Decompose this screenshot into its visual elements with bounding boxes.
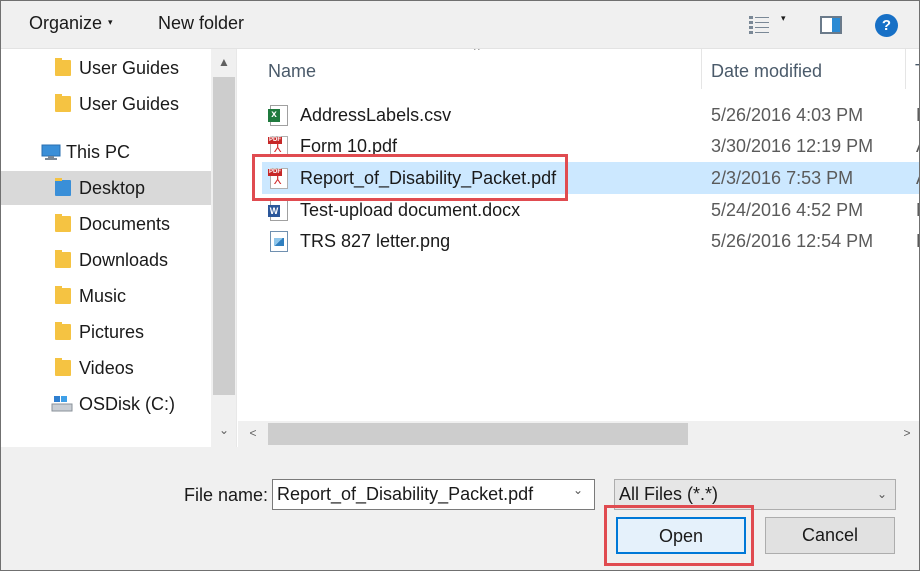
file-row[interactable]: TRS 827 letter.png 5/26/2016 12:54 PM P (262, 225, 919, 257)
documents-folder-icon (55, 214, 71, 232)
nav-item-documents[interactable]: Documents (1, 207, 211, 241)
toolbar: Organize ▾ New folder ▾ ? (1, 1, 919, 49)
scroll-up-arrow-icon[interactable]: ▲ (213, 55, 235, 69)
file-name-input[interactable] (272, 479, 595, 510)
file-type: M (916, 194, 919, 226)
file-name: Report_of_Disability_Packet.pdf (300, 168, 557, 188)
file-row[interactable]: AddressLabels.csv 5/26/2016 4:03 PM M (262, 99, 919, 131)
nav-item-osdisk[interactable]: OSDisk (C:) (1, 387, 211, 421)
file-type: M (916, 99, 919, 131)
help-icon[interactable]: ? (875, 14, 898, 37)
nav-item-label: OSDisk (C:) (79, 394, 175, 414)
nav-item-user-guides[interactable]: User Guides (1, 51, 211, 85)
column-header-type[interactable]: T (915, 49, 919, 93)
file-date: 5/26/2016 12:54 PM (711, 231, 874, 251)
open-button[interactable]: Open (616, 517, 746, 554)
nav-item-desktop[interactable]: Desktop (1, 171, 211, 205)
file-row-selected[interactable]: Report_of_Disability_Packet.pdf 2/3/2016… (262, 162, 919, 194)
file-name-dropdown-icon[interactable]: ⌄ (573, 483, 583, 497)
file-name: TRS 827 letter.png (300, 231, 451, 251)
scroll-right-arrow-icon[interactable]: > (896, 426, 918, 440)
nav-item-this-pc[interactable]: This PC (1, 135, 211, 169)
chevron-down-icon: ⌄ (876, 487, 887, 501)
file-row[interactable]: Test-upload document.docx 5/24/2016 4:52… (262, 194, 919, 226)
horizontal-scrollbar-thumb[interactable] (268, 423, 688, 445)
nav-item-label: Videos (79, 358, 134, 378)
nav-item-label: Music (79, 286, 127, 306)
preview-pane-icon[interactable] (820, 16, 842, 34)
organize-label: Organize (29, 13, 103, 33)
nav-item-label: This PC (66, 142, 131, 162)
nav-item-label: Downloads (79, 250, 169, 270)
drive-icon (51, 396, 73, 412)
column-header-name[interactable]: Name (268, 49, 316, 93)
nav-scrollbar-thumb[interactable] (213, 77, 235, 395)
file-list-pane: ^ Name Date modified T AddressLabels.csv… (238, 49, 919, 447)
file-name: Form 10.pdf (300, 136, 398, 156)
file-date: 2/3/2016 7:53 PM (711, 168, 854, 188)
column-separator[interactable] (905, 49, 906, 89)
file-name: Test-upload document.docx (300, 200, 521, 220)
file-name-label: File name: (184, 485, 269, 505)
nav-item-label: User Guides (79, 58, 180, 78)
file-date: 3/30/2016 12:19 PM (711, 136, 874, 156)
word-document-file-icon (268, 200, 288, 221)
scroll-down-arrow-icon[interactable]: ⌄ (213, 423, 235, 437)
file-open-dialog: Organize ▾ New folder ▾ ? User Guides Use… (0, 0, 920, 571)
file-type: P (916, 225, 919, 257)
nav-item-label: User Guides (79, 94, 180, 114)
file-row[interactable]: Form 10.pdf 3/30/2016 12:19 PM A (262, 130, 919, 162)
nav-item-music[interactable]: Music (1, 279, 211, 313)
nav-item-user-guides-2[interactable]: User Guides (1, 87, 211, 121)
dialog-footer: File name: ⌄ All Files (*.*) ⌄ Open Canc… (1, 447, 919, 570)
view-options-icon[interactable] (749, 15, 771, 35)
videos-folder-icon (55, 358, 71, 376)
nav-item-videos[interactable]: Videos (1, 351, 211, 385)
pdf-file-icon (268, 136, 288, 157)
pictures-folder-icon (55, 322, 71, 340)
file-type: A (916, 130, 919, 162)
pdf-file-icon (268, 168, 288, 189)
folder-icon (55, 58, 71, 76)
organize-button[interactable]: Organize ▾ (29, 13, 113, 34)
new-folder-button[interactable]: New folder (158, 13, 244, 34)
file-name: AddressLabels.csv (300, 105, 452, 125)
nav-item-label: Desktop (79, 178, 146, 198)
computer-icon (41, 144, 61, 160)
file-date: 5/26/2016 4:03 PM (711, 105, 864, 125)
scroll-left-arrow-icon[interactable]: < (242, 426, 264, 440)
file-type-value: All Files (*.*) (619, 484, 719, 504)
excel-csv-file-icon (268, 105, 288, 126)
nav-vertical-scrollbar[interactable]: ▲ ⌄ (211, 49, 236, 447)
nav-item-label: Pictures (79, 322, 145, 342)
nav-item-downloads[interactable]: Downloads (1, 243, 211, 277)
folder-icon (55, 94, 71, 112)
view-options-dropdown-icon[interactable]: ▾ (781, 13, 786, 24)
file-type-select[interactable]: All Files (*.*) ⌄ (614, 479, 896, 510)
nav-item-label: Documents (79, 214, 171, 234)
desktop-folder-icon (55, 178, 71, 196)
nav-item-pictures[interactable]: Pictures (1, 315, 211, 349)
navigation-pane: User Guides User Guides This PC Desktop … (1, 49, 237, 447)
image-file-icon (270, 231, 288, 252)
cancel-button[interactable]: Cancel (765, 517, 895, 554)
file-date: 5/24/2016 4:52 PM (711, 200, 864, 220)
file-type: A (916, 162, 919, 194)
downloads-folder-icon (55, 250, 71, 268)
column-header-date-modified[interactable]: Date modified (711, 49, 822, 93)
sort-ascending-icon: ^ (474, 49, 480, 57)
file-list-horizontal-scrollbar[interactable]: < > (238, 421, 919, 447)
organize-caret-icon: ▾ (108, 17, 113, 27)
music-folder-icon (55, 286, 71, 304)
column-separator[interactable] (701, 49, 702, 89)
